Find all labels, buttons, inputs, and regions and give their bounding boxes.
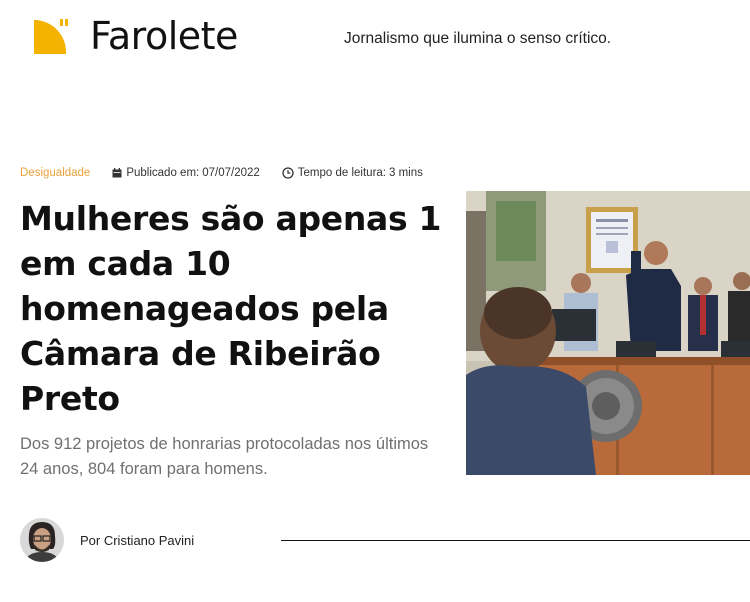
- reading-time-info: Tempo de leitura: 3 mins: [282, 167, 423, 179]
- farolete-logo-icon: [30, 16, 70, 56]
- author-byline[interactable]: Por Cristiano Pavini: [20, 518, 194, 562]
- site-logo[interactable]: Farolete: [30, 14, 238, 58]
- clock-icon: [282, 167, 294, 179]
- featured-image: [466, 191, 750, 475]
- site-tagline: Jornalismo que ilumina o senso crítico.: [344, 30, 612, 47]
- published-info: Publicado em: 07/07/2022: [112, 167, 260, 179]
- article-title: Mulheres são apenas 1 em cada 10 homenag…: [20, 199, 442, 418]
- author-name[interactable]: Por Cristiano Pavini: [80, 533, 194, 548]
- brand-name: Farolete: [90, 14, 238, 58]
- article-meta: Desigualdade Publicado em: 07/07/2022 Te…: [20, 167, 445, 179]
- article-subtitle: Dos 912 projetos de honrarias protocolad…: [20, 435, 429, 478]
- author-avatar: [20, 518, 64, 562]
- divider-line: [281, 540, 750, 541]
- published-label: Publicado em:: [126, 167, 200, 179]
- calendar-icon: [112, 168, 122, 178]
- reading-time: 3 mins: [389, 167, 423, 179]
- category-link[interactable]: Desigualdade: [20, 167, 90, 179]
- reading-label: Tempo de leitura:: [297, 167, 386, 179]
- published-date: 07/07/2022: [202, 167, 260, 179]
